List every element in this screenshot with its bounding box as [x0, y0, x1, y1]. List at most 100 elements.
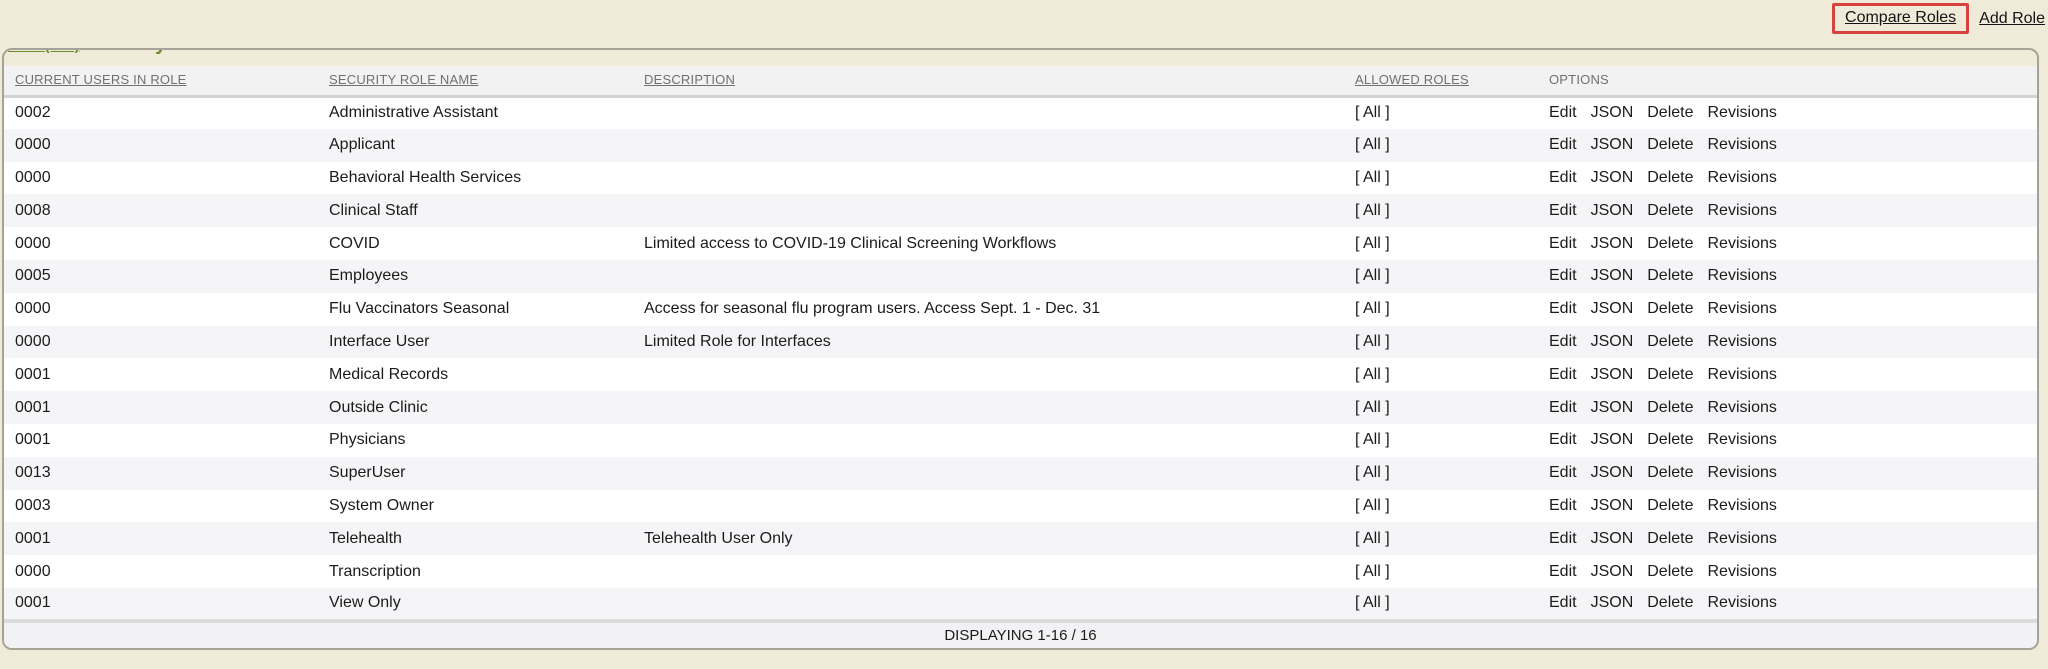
edit-link[interactable]: Edit: [1549, 399, 1577, 416]
cell-current-users: 0000: [4, 555, 318, 588]
cell-options: Edit JSON Delete Revisions: [1538, 490, 2037, 523]
cell-role-name: Interface User: [318, 326, 633, 359]
compare-roles-link[interactable]: Compare Roles: [1845, 9, 1956, 26]
json-link[interactable]: JSON: [1591, 464, 1634, 481]
cell-description: [633, 194, 1344, 227]
revisions-link[interactable]: Revisions: [1708, 530, 1777, 547]
sort-link[interactable]: SECURITY ROLE NAME: [329, 72, 478, 87]
cell-allowed-roles: [ All ]: [1344, 391, 1538, 424]
edit-link[interactable]: Edit: [1549, 464, 1577, 481]
json-link[interactable]: JSON: [1591, 399, 1634, 416]
revisions-link[interactable]: Revisions: [1708, 464, 1777, 481]
table-footer: DISPLAYING 1-16 / 16: [4, 621, 2037, 648]
json-link[interactable]: JSON: [1591, 333, 1634, 350]
paging-status: DISPLAYING 1-16 / 16: [4, 621, 2037, 648]
revisions-link[interactable]: Revisions: [1708, 594, 1777, 611]
json-link[interactable]: JSON: [1591, 169, 1634, 186]
revisions-link[interactable]: Revisions: [1708, 399, 1777, 416]
sort-link[interactable]: DESCRIPTION: [644, 72, 735, 87]
cell-description: Limited Role for Interfaces: [633, 326, 1344, 359]
edit-link[interactable]: Edit: [1549, 202, 1577, 219]
json-link[interactable]: JSON: [1591, 267, 1634, 284]
edit-link[interactable]: Edit: [1549, 104, 1577, 121]
cell-allowed-roles: [ All ]: [1344, 588, 1538, 621]
edit-link[interactable]: Edit: [1549, 497, 1577, 514]
security-roles-panel: Hide ( 16 ) Security Roles CURRENT USERS…: [2, 48, 2039, 650]
edit-link[interactable]: Edit: [1549, 136, 1577, 153]
table-row: 0013 SuperUser [ All ] EditJSONDeleteRev…: [4, 457, 2037, 490]
delete-link[interactable]: Delete: [1647, 333, 1693, 350]
delete-link[interactable]: Delete: [1647, 464, 1693, 481]
column-header-description: DESCRIPTION: [633, 66, 1344, 96]
cell-role-name: Outside Clinic: [318, 391, 633, 424]
revisions-link[interactable]: Revisions: [1708, 563, 1777, 580]
cell-role-name: Transcription: [318, 555, 633, 588]
revisions-link[interactable]: Revisions: [1708, 136, 1777, 153]
delete-link[interactable]: Delete: [1647, 497, 1693, 514]
revisions-link[interactable]: Revisions: [1708, 300, 1777, 317]
json-link[interactable]: JSON: [1591, 104, 1634, 121]
edit-link[interactable]: Edit: [1549, 366, 1577, 383]
delete-link[interactable]: Delete: [1647, 399, 1693, 416]
cell-role-name: System Owner: [318, 490, 633, 523]
delete-link[interactable]: Delete: [1647, 267, 1693, 284]
json-link[interactable]: JSON: [1591, 366, 1634, 383]
cell-current-users: 0001: [4, 424, 318, 457]
cell-current-users: 0008: [4, 194, 318, 227]
revisions-link[interactable]: Revisions: [1708, 366, 1777, 383]
delete-link[interactable]: Delete: [1647, 300, 1693, 317]
revisions-link[interactable]: Revisions: [1708, 267, 1777, 284]
json-link[interactable]: JSON: [1591, 431, 1634, 448]
delete-link[interactable]: Delete: [1647, 530, 1693, 547]
cell-options: Edit JSON Delete Revisions: [1538, 457, 2037, 490]
revisions-link[interactable]: Revisions: [1708, 235, 1777, 252]
table-row: 0001 Outside Clinic [ All ] EditJSONDele…: [4, 391, 2037, 424]
sort-link[interactable]: ALLOWED ROLES: [1355, 72, 1469, 87]
edit-link[interactable]: Edit: [1549, 235, 1577, 252]
cell-allowed-roles: [ All ]: [1344, 457, 1538, 490]
delete-link[interactable]: Delete: [1647, 235, 1693, 252]
delete-link[interactable]: Delete: [1647, 202, 1693, 219]
json-link[interactable]: JSON: [1591, 235, 1634, 252]
edit-link[interactable]: Edit: [1549, 594, 1577, 611]
edit-link[interactable]: Edit: [1549, 563, 1577, 580]
json-link[interactable]: JSON: [1591, 497, 1634, 514]
cell-role-name: Medical Records: [318, 358, 633, 391]
delete-link[interactable]: Delete: [1647, 366, 1693, 383]
revisions-link[interactable]: Revisions: [1708, 497, 1777, 514]
json-link[interactable]: JSON: [1591, 202, 1634, 219]
edit-link[interactable]: Edit: [1549, 169, 1577, 186]
hide-toggle-link[interactable]: Hide ( 16 ): [8, 48, 80, 54]
edit-link[interactable]: Edit: [1549, 431, 1577, 448]
cell-description: [633, 457, 1344, 490]
cell-allowed-roles: [ All ]: [1344, 162, 1538, 195]
revisions-link[interactable]: Revisions: [1708, 169, 1777, 186]
json-link[interactable]: JSON: [1591, 530, 1634, 547]
json-link[interactable]: JSON: [1591, 136, 1634, 153]
cell-current-users: 0003: [4, 490, 318, 523]
cell-description: [633, 391, 1344, 424]
revisions-link[interactable]: Revisions: [1708, 202, 1777, 219]
sort-link[interactable]: CURRENT USERS IN ROLE: [15, 72, 187, 87]
json-link[interactable]: JSON: [1591, 300, 1634, 317]
delete-link[interactable]: Delete: [1647, 169, 1693, 186]
add-role-link[interactable]: Add Role: [1979, 10, 2045, 28]
cell-description: Limited access to COVID-19 Clinical Scre…: [633, 227, 1344, 260]
cell-role-name: Administrative Assistant: [318, 96, 633, 129]
revisions-link[interactable]: Revisions: [1708, 431, 1777, 448]
delete-link[interactable]: Delete: [1647, 104, 1693, 121]
delete-link[interactable]: Delete: [1647, 431, 1693, 448]
security-roles-table: CURRENT USERS IN ROLE SECURITY ROLE NAME D…: [4, 66, 2037, 648]
table-row: 0000 Transcription [ All ] EditJSONDelet…: [4, 555, 2037, 588]
revisions-link[interactable]: Revisions: [1708, 333, 1777, 350]
edit-link[interactable]: Edit: [1549, 333, 1577, 350]
revisions-link[interactable]: Revisions: [1708, 104, 1777, 121]
delete-link[interactable]: Delete: [1647, 136, 1693, 153]
delete-link[interactable]: Delete: [1647, 563, 1693, 580]
edit-link[interactable]: Edit: [1549, 267, 1577, 284]
json-link[interactable]: JSON: [1591, 594, 1634, 611]
edit-link[interactable]: Edit: [1549, 530, 1577, 547]
delete-link[interactable]: Delete: [1647, 594, 1693, 611]
edit-link[interactable]: Edit: [1549, 300, 1577, 317]
json-link[interactable]: JSON: [1591, 563, 1634, 580]
